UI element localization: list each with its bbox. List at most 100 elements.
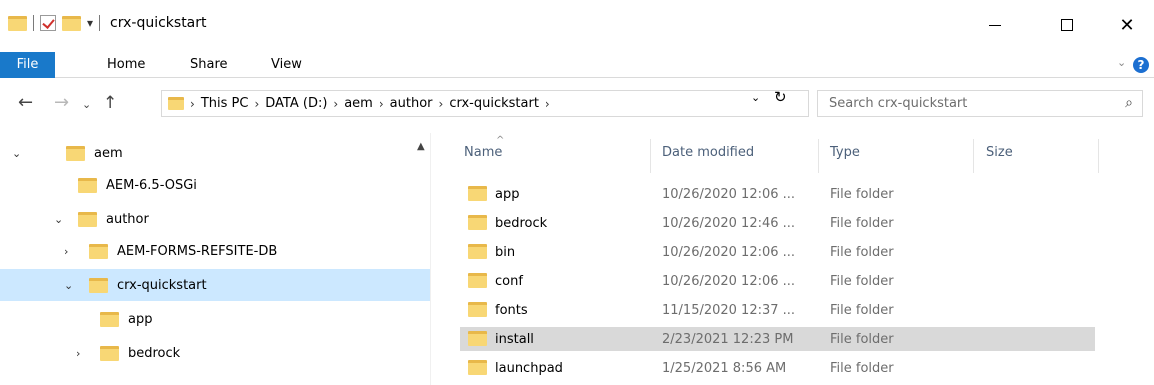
tree-item-app[interactable]: app [0, 303, 430, 335]
folder-icon [468, 186, 487, 201]
file-date: 10/26/2020 12:06 ... [662, 244, 796, 260]
file-name: bedrock [495, 215, 548, 231]
tree-item-aem[interactable]: ⌄ aem [0, 137, 430, 169]
folder-icon [468, 244, 487, 259]
file-name: app [495, 186, 520, 202]
tree-item-label: AEM-6.5-OSGi [106, 177, 197, 193]
chevron-right-icon[interactable]: › [64, 245, 68, 258]
folder-icon [78, 177, 97, 193]
table-row[interactable]: conf 10/26/2020 12:06 ... File folder [460, 269, 1095, 293]
folder-icon [468, 273, 487, 288]
tree-item-label: aem [94, 145, 123, 161]
column-divider[interactable] [650, 139, 651, 173]
tree-item-aem-forms-refsite-db[interactable]: › AEM-FORMS-REFSITE-DB [0, 235, 430, 267]
table-row[interactable]: fonts 11/15/2020 12:37 ... File folder [460, 298, 1095, 322]
customize-toolbar-icon[interactable]: ▾ [87, 16, 93, 30]
folder-icon [66, 145, 85, 161]
refresh-button[interactable]: ↻ [774, 88, 787, 106]
tab-file[interactable]: File [0, 52, 55, 78]
file-name: fonts [495, 302, 528, 318]
tab-share[interactable]: Share [190, 52, 228, 78]
file-name: conf [495, 273, 523, 289]
tree-item-aem-6-5-osgi[interactable]: AEM-6.5-OSGi [0, 169, 430, 201]
close-button[interactable]: ✕ [1104, 10, 1150, 40]
table-row[interactable]: bedrock 10/26/2020 12:46 ... File folder [460, 211, 1095, 235]
window-title: crx-quickstart [110, 15, 207, 31]
breadcrumb-separator[interactable]: › [190, 97, 195, 111]
file-type: File folder [830, 302, 894, 318]
breadcrumb-separator[interactable]: › [439, 97, 444, 111]
search-icon[interactable]: ⌕ [1125, 91, 1133, 116]
column-header-date-modified[interactable]: Date modified [662, 145, 754, 160]
column-divider[interactable] [818, 139, 819, 173]
folder-icon [89, 243, 108, 259]
new-folder-icon[interactable] [62, 15, 81, 31]
help-icon[interactable]: ? [1133, 57, 1149, 73]
file-name: bin [495, 244, 516, 260]
column-header-size[interactable]: Size [986, 145, 1013, 160]
tree-item-bedrock[interactable]: › bedrock [0, 337, 430, 369]
breadcrumb-aem[interactable]: aem [344, 96, 373, 111]
tree-item-crx-quickstart[interactable]: ⌄ crx-quickstart [0, 269, 430, 301]
tree-item-label: app [128, 311, 153, 327]
address-bar[interactable]: › This PC › DATA (D:) › aem › author › c… [161, 90, 809, 117]
up-button[interactable]: ↑ [103, 93, 117, 113]
tree-item-label: crx-quickstart [117, 277, 207, 293]
column-divider[interactable] [1098, 139, 1099, 173]
file-date: 2/23/2021 12:23 PM [662, 331, 794, 347]
maximize-icon [1061, 19, 1073, 31]
ribbon-tabs: File Home Share View ⌄ ? [0, 52, 1154, 78]
breadcrumb-separator[interactable]: › [333, 97, 338, 111]
table-row[interactable]: bin 10/26/2020 12:06 ... File folder [460, 240, 1095, 264]
breadcrumb-data-drive[interactable]: DATA (D:) [265, 96, 327, 111]
column-header-type[interactable]: Type [830, 145, 860, 160]
file-name: launchpad [495, 360, 563, 376]
tree-item-label: AEM-FORMS-REFSITE-DB [117, 243, 278, 259]
minimize-button[interactable] [972, 10, 1018, 40]
address-dropdown-icon[interactable]: ⌄ [751, 91, 760, 104]
tab-home[interactable]: Home [107, 52, 145, 78]
column-divider[interactable] [973, 139, 974, 173]
folder-icon [78, 211, 97, 227]
tree-item-author[interactable]: ⌄ author [0, 203, 430, 235]
maximize-button[interactable] [1044, 10, 1090, 40]
table-row[interactable]: launchpad 1/25/2021 8:56 AM File folder [460, 356, 1095, 380]
chevron-right-icon[interactable]: › [76, 347, 80, 360]
properties-icon[interactable] [40, 15, 56, 31]
tab-view[interactable]: View [271, 52, 302, 78]
chevron-down-icon[interactable]: ⌄ [54, 213, 63, 226]
minimize-icon [989, 24, 1001, 26]
file-type: File folder [830, 331, 894, 347]
file-date: 10/26/2020 12:46 ... [662, 215, 796, 231]
back-button[interactable]: ← [18, 92, 33, 113]
file-type: File folder [830, 215, 894, 231]
folder-icon [468, 360, 487, 375]
breadcrumb-this-pc[interactable]: This PC [201, 96, 249, 111]
folder-icon [100, 311, 119, 327]
search-placeholder: Search crx-quickstart [829, 96, 968, 111]
breadcrumb-separator[interactable]: › [254, 97, 259, 111]
folder-icon [100, 345, 119, 361]
search-input[interactable]: Search crx-quickstart ⌕ [817, 90, 1143, 117]
breadcrumb-author[interactable]: author [390, 96, 433, 111]
expand-ribbon-icon[interactable]: ⌄ [1117, 56, 1126, 69]
table-row[interactable]: app 10/26/2020 12:06 ... File folder [460, 182, 1095, 206]
file-name: install [495, 331, 534, 347]
breadcrumb-crx-quickstart[interactable]: crx-quickstart [449, 96, 539, 111]
file-date: 10/26/2020 12:06 ... [662, 273, 796, 289]
breadcrumb-separator[interactable]: › [545, 97, 550, 111]
breadcrumb-separator[interactable]: › [379, 97, 384, 111]
file-date: 10/26/2020 12:06 ... [662, 186, 796, 202]
navigation-pane: ⌄ aem AEM-6.5-OSGi ⌄ author › AEM-FORMS-… [0, 133, 440, 385]
file-date: 1/25/2021 8:56 AM [662, 360, 787, 376]
scrollbar[interactable] [430, 133, 431, 385]
forward-button[interactable]: → [54, 92, 69, 113]
table-row[interactable]: install 2/23/2021 12:23 PM File folder [460, 327, 1095, 351]
file-type: File folder [830, 273, 894, 289]
scroll-up-icon[interactable]: ▲ [417, 141, 425, 152]
file-type: File folder [830, 186, 894, 202]
chevron-down-icon[interactable]: ⌄ [12, 147, 21, 160]
column-header-name[interactable]: Name [464, 145, 502, 160]
chevron-down-icon[interactable]: ⌄ [64, 279, 73, 292]
recent-locations-button[interactable]: ⌄ [82, 98, 91, 111]
